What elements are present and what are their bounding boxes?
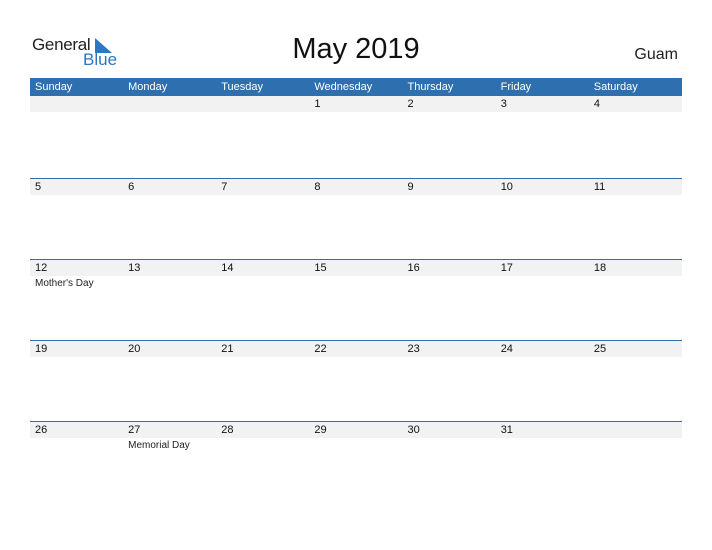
day-cell: 14 xyxy=(216,260,309,341)
day-cell: 12 Mother's Day xyxy=(30,260,123,341)
weekday-header: Sunday Monday Tuesday Wednesday Thursday… xyxy=(30,78,682,96)
day-number: 28 xyxy=(221,424,234,436)
day-number: 4 xyxy=(593,98,600,110)
day-number: 19 xyxy=(35,343,48,355)
day-number: 5 xyxy=(35,181,42,193)
day-number: 25 xyxy=(593,343,607,355)
day-number: 1 xyxy=(314,98,321,110)
day-number: 24 xyxy=(500,343,513,355)
weekday-thursday: Thursday xyxy=(407,81,454,93)
day-number: 30 xyxy=(407,424,420,436)
day-cell: 7 xyxy=(216,179,309,260)
day-cell: 24 xyxy=(496,341,589,422)
weekday-saturday: Saturday xyxy=(593,81,638,93)
holiday-label: Memorial Day xyxy=(128,440,190,451)
day-cell: 6 xyxy=(123,179,216,260)
day-number: 22 xyxy=(314,343,327,355)
day-number: 6 xyxy=(128,181,135,193)
day-number: 15 xyxy=(314,262,327,274)
day-cell: 30 xyxy=(403,422,496,503)
day-cell: 8 xyxy=(309,179,402,260)
day-number: 16 xyxy=(407,262,420,274)
day-cell: 27 Memorial Day xyxy=(123,422,216,503)
week-row: 5 6 7 8 9 10 11 xyxy=(30,178,682,260)
day-cell: 9 xyxy=(403,179,496,260)
day-cell: 1 xyxy=(309,96,402,177)
day-cell: 21 xyxy=(216,341,309,422)
day-cell: 19 xyxy=(30,341,123,422)
day-cell xyxy=(216,96,309,177)
day-number: 3 xyxy=(500,98,507,110)
day-number: 17 xyxy=(500,262,513,274)
day-number: 13 xyxy=(128,262,141,274)
day-cell: 28 xyxy=(216,422,309,503)
day-cell xyxy=(589,422,682,503)
day-number: 14 xyxy=(221,262,234,274)
day-number: 20 xyxy=(128,343,141,355)
day-cell: 26 xyxy=(30,422,123,503)
weekday-tuesday: Tuesday xyxy=(221,81,264,93)
weekday-sunday: Sunday xyxy=(35,81,73,93)
day-number: 29 xyxy=(314,424,327,436)
day-number: 8 xyxy=(314,181,321,193)
day-cell: 17 xyxy=(496,260,589,341)
day-number: 31 xyxy=(500,424,513,436)
day-number: 11 xyxy=(593,181,606,193)
holiday-label: Mother's Day xyxy=(35,278,94,289)
day-cell: 23 xyxy=(403,341,496,422)
day-cell xyxy=(30,96,123,177)
day-cell: 2 xyxy=(403,96,496,177)
day-cell: 3 xyxy=(496,96,589,177)
day-number: 21 xyxy=(221,343,234,355)
day-number: 2 xyxy=(407,98,414,110)
week-row: 26 27 Memorial Day 28 29 30 31 xyxy=(30,421,682,503)
weekday-friday: Friday xyxy=(500,81,532,93)
day-cell: 15 xyxy=(309,260,402,341)
day-cell: 18 xyxy=(589,260,682,341)
week-row: 19 20 21 22 23 24 25 xyxy=(30,340,682,422)
day-cell: 25 xyxy=(589,341,682,422)
day-cell: 29 xyxy=(309,422,402,503)
day-cell: 16 xyxy=(403,260,496,341)
day-cell: 4 xyxy=(589,96,682,177)
weekday-wednesday: Wednesday xyxy=(314,81,373,93)
day-number: 26 xyxy=(35,424,48,436)
weekday-monday: Monday xyxy=(128,81,168,93)
day-cell: 13 xyxy=(123,260,216,341)
day-number: 23 xyxy=(407,343,420,355)
day-cell: 31 xyxy=(496,422,589,503)
week-row: 12 Mother's Day 13 14 15 16 17 18 xyxy=(30,259,682,341)
day-cell: 20 xyxy=(123,341,216,422)
week-row: 1 2 3 4 xyxy=(30,96,682,177)
day-cell xyxy=(123,96,216,177)
day-number: 7 xyxy=(221,181,228,193)
page-title: May 2019 xyxy=(292,33,420,65)
day-number: 18 xyxy=(593,262,607,274)
day-cell: 10 xyxy=(496,179,589,260)
day-cell: 11 xyxy=(589,179,682,260)
day-number: 12 xyxy=(35,262,48,274)
day-cell: 22 xyxy=(309,341,402,422)
day-number: 27 xyxy=(128,424,141,436)
day-number: 10 xyxy=(500,181,513,193)
day-cell: 5 xyxy=(30,179,123,260)
day-number: 9 xyxy=(407,181,414,193)
country-label: Guam xyxy=(634,46,678,63)
